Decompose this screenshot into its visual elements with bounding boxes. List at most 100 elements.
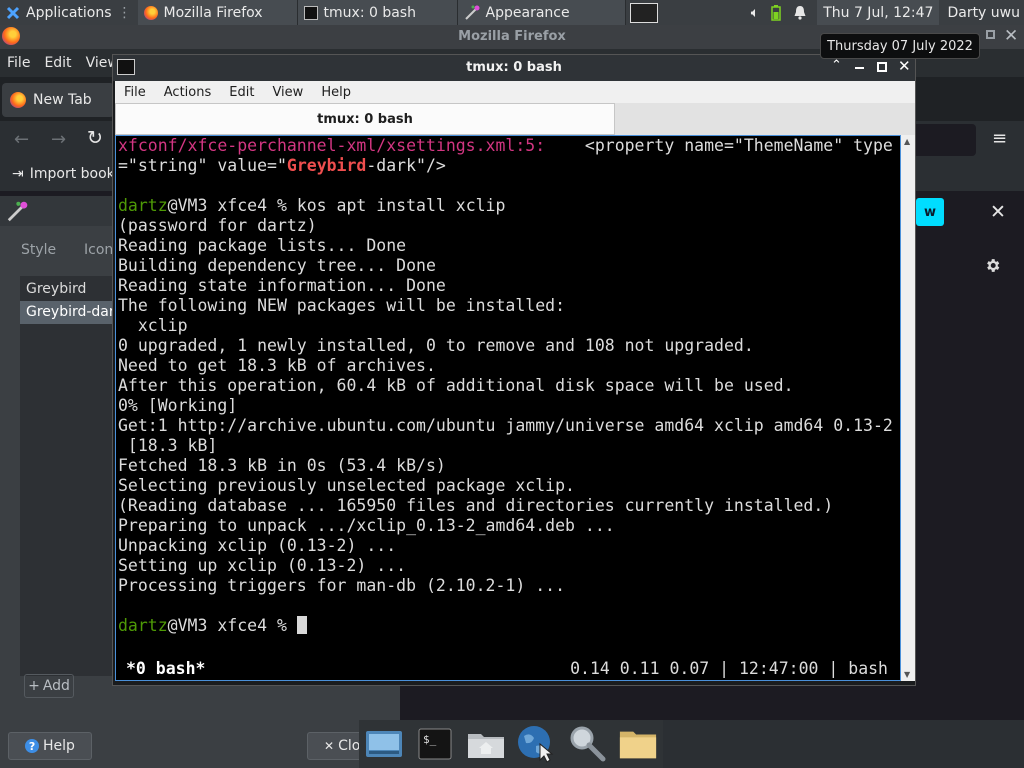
grep-path: xfconf/xfce-perchannel-xml/xsettings.xml… [118, 136, 546, 155]
menu-actions[interactable]: Actions [155, 85, 221, 100]
app-menu-icon[interactable]: ≡ [992, 128, 1007, 149]
reload-icon[interactable]: ↻ [87, 127, 103, 149]
terminal-tabstrip: tmux: 0 bash [115, 103, 915, 135]
help-label: Help [43, 738, 75, 754]
output-line: Need to get 18.3 kB of archives. [118, 356, 436, 375]
maximize-icon[interactable] [877, 62, 887, 72]
terminal-tab[interactable]: tmux: 0 bash [115, 103, 615, 135]
grep-line-2: ="string" value="Greybird-dark"/> [116, 156, 900, 176]
minimize-icon[interactable] [855, 67, 864, 69]
xfce-logo-icon [6, 6, 20, 19]
output-line: The following NEW packages will be insta… [118, 296, 566, 315]
forward-icon[interactable]: → [51, 129, 66, 150]
menu-file[interactable]: File [0, 55, 37, 71]
back-icon[interactable]: ← [14, 129, 29, 150]
firefox-icon [10, 92, 26, 108]
cursor [296, 616, 307, 634]
output-line: Fetched 18.3 kB in 0s (53.4 kB/s) [118, 456, 446, 475]
command-text: kos apt install xclip [296, 196, 506, 215]
home-folder-icon[interactable] [466, 724, 506, 764]
tmux-window-list: *0 bash* [126, 659, 206, 678]
close-icon[interactable]: ✕ [1004, 26, 1018, 46]
scroll-up-icon[interactable]: ▲ [904, 137, 910, 146]
appearance-icon [7, 201, 28, 222]
tmux-status-right: 0.14 0.11 0.07 | 12:47:00 | bash [570, 659, 888, 678]
output-line: Reading state information... Done [118, 276, 446, 295]
add-theme-button[interactable]: + Add [24, 674, 74, 698]
menu-file[interactable]: File [115, 85, 155, 100]
separator-icon: ⋮ [117, 4, 132, 21]
applications-menu[interactable]: Applications ⋮ [0, 0, 138, 25]
command-line: dartz@VM3 xfce4 % kos apt install xclip [116, 196, 900, 216]
firefox-search-box[interactable] [912, 124, 976, 156]
web-browser-icon[interactable] [516, 724, 556, 764]
task-label: Mozilla Firefox [163, 4, 263, 21]
menu-edit[interactable]: Edit [220, 85, 263, 100]
show-desktop-icon[interactable] [364, 724, 404, 764]
task-firefox[interactable]: Mozilla Firefox [137, 0, 298, 25]
terminal-menubar: File Actions Edit View Help [115, 81, 915, 103]
notification-button[interactable]: w [916, 198, 944, 226]
terminal-icon[interactable]: $_ [415, 724, 455, 764]
prompt-host: @VM3 xfce4 % [167, 616, 297, 635]
import-bookmarks-label: Import book [29, 166, 115, 182]
grep-line-1: xfconf/xfce-perchannel-xml/xsettings.xml… [116, 136, 900, 156]
tab-style[interactable]: Style [21, 242, 56, 258]
grep-text-b-pre: ="string" value=" [118, 156, 287, 175]
shade-icon[interactable]: ⌃ [831, 58, 842, 73]
output-block: Get:1 http://archive.ubuntu.com/ubuntu j… [116, 416, 900, 596]
clock[interactable]: Thu 7 Jul, 12:47 [817, 0, 940, 25]
import-icon: ⇥ [12, 166, 24, 182]
close-icon[interactable]: ✕ [898, 57, 911, 75]
scroll-down-icon[interactable]: ▼ [904, 670, 910, 679]
help-button[interactable]: ? Help [8, 732, 92, 760]
task-label: tmux: 0 bash [323, 4, 416, 21]
menu-help[interactable]: Help [312, 85, 360, 100]
terminal-titlebar[interactable]: tmux: 0 bash ⌃ ✕ [113, 55, 915, 81]
close-label: Clo [338, 738, 361, 754]
output-line: Setting up xclip (0.13-2) ... [118, 556, 407, 575]
task-terminal[interactable]: tmux: 0 bash [297, 0, 458, 25]
appearance-icon [464, 5, 480, 20]
task-label: Appearance [485, 4, 570, 21]
output-line: 0 upgraded, 1 newly installed, 0 to remo… [118, 336, 754, 355]
search-icon[interactable] [567, 724, 607, 764]
import-bookmarks-button[interactable]: ⇥ Import book [12, 166, 115, 182]
dock: $_ [359, 720, 663, 768]
blank-line [116, 176, 900, 196]
close-icon[interactable]: ✕ [990, 201, 1006, 223]
folder-icon[interactable] [618, 724, 658, 764]
output-line: (password for dartz) [118, 216, 317, 235]
notifications-bell-icon[interactable] [793, 5, 807, 20]
settings-gear-icon[interactable] [984, 257, 1001, 274]
panel-tray: 🔈︎ Thu 7 Jul, 12:47 Darty uwu [745, 0, 1024, 25]
battery-icon[interactable] [771, 4, 781, 21]
output-line: After this operation, 60.4 kB of additio… [118, 376, 794, 395]
workspace-switcher[interactable] [626, 0, 662, 25]
output-block: (password for dartz) Reading package list… [116, 216, 900, 396]
user-menu[interactable]: Darty uwu [939, 0, 1024, 25]
plus-icon: + [28, 678, 40, 694]
blank-line [116, 596, 900, 616]
terminal-title: tmux: 0 bash [466, 60, 562, 75]
output-line: Processing triggers for man-db (2.10.2-1… [118, 576, 566, 595]
terminal-screen[interactable]: xfconf/xfce-perchannel-xml/xsettings.xml… [115, 135, 901, 681]
terminal-window: tmux: 0 bash ⌃ ✕ File Actions Edit View … [112, 54, 916, 686]
terminal-scrollbar[interactable]: ▲ ▼ [901, 135, 915, 681]
prompt-user: dartz [118, 616, 168, 635]
task-appearance[interactable]: Appearance [457, 0, 626, 25]
top-panel: Applications ⋮ Mozilla Firefox tmux: 0 b… [0, 0, 1024, 25]
tab-icons[interactable]: Icon [84, 242, 113, 258]
tray: 🔈︎ [745, 0, 817, 25]
output-line: [18.3 kB] [118, 436, 218, 455]
menu-view[interactable]: View [263, 85, 312, 100]
menu-edit[interactable]: Edit [37, 55, 78, 71]
maximize-icon[interactable] [986, 30, 995, 39]
output-line: Selecting previously unselected package … [118, 476, 575, 495]
terminal-icon [303, 5, 318, 20]
workspace-terminal-icon [629, 2, 658, 23]
volume-icon[interactable]: 🔈︎ [751, 5, 759, 21]
output-line: (Reading database ... 165950 files and d… [118, 496, 834, 515]
tab-new-tab[interactable]: New Tab [2, 83, 114, 117]
output-line: Building dependency tree... Done [118, 256, 436, 275]
